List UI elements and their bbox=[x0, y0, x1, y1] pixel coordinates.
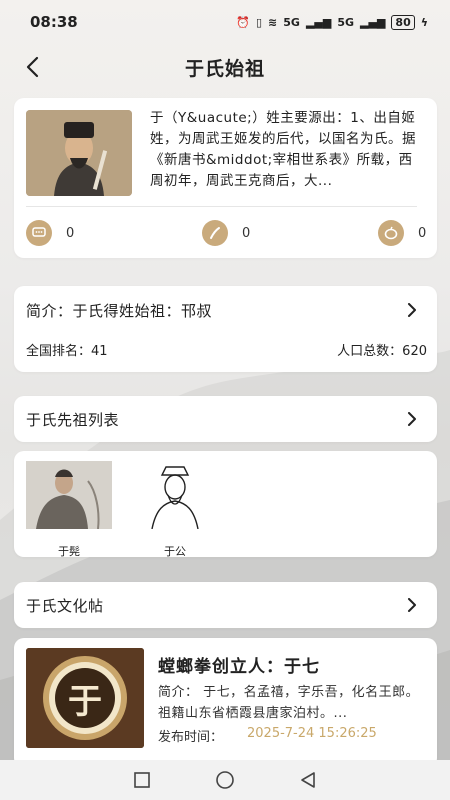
back-arrow-icon[interactable] bbox=[20, 54, 46, 80]
ancestor-portrait bbox=[26, 110, 132, 196]
ancestor-list: 于髡 于公 bbox=[14, 451, 437, 559]
culture-posts-header[interactable]: 于氏文化帖 bbox=[14, 582, 437, 628]
summary-card[interactable]: 简介：于氏得姓始祖：邗叔 全国排名：41 人口总数：620 bbox=[14, 286, 437, 372]
status-icons: ⏰ ▯ ≋ 5G ▂▄▆ 5G ▂▄▆ 80 ϟ bbox=[236, 14, 428, 30]
brush-icon bbox=[202, 220, 228, 246]
home-button[interactable] bbox=[213, 768, 237, 792]
ancestor-name: 于公 bbox=[164, 545, 186, 558]
national-rank: 全国排名：41 bbox=[26, 344, 108, 359]
nav-bar: 于氏始祖 bbox=[0, 44, 450, 90]
culture-post-card[interactable]: 于 螳螂拳创立人：于七 简介： 于七，名孟禧，字乐吾，化名王郎。祖籍山东省栖霞县… bbox=[14, 638, 437, 768]
square-icon bbox=[133, 772, 150, 788]
circle-icon bbox=[216, 771, 234, 789]
post-summary: 简介： 于七，名孟禧，字乐吾，化名王郎。祖籍山东省栖霞县唐家泊村。... bbox=[158, 685, 420, 721]
ancestor-list-title: 于氏先祖列表 bbox=[26, 411, 120, 429]
page-title: 于氏始祖 bbox=[184, 57, 265, 80]
recent-apps-button[interactable] bbox=[130, 768, 154, 792]
comment-count: 0 bbox=[66, 225, 75, 241]
chevron-right-icon[interactable] bbox=[405, 598, 419, 612]
alarm-icon: ⏰ bbox=[236, 15, 250, 29]
battery-indicator: 80 bbox=[391, 14, 415, 30]
signal-icon-1: ▂▄▆ bbox=[305, 15, 332, 29]
culture-posts-title: 于氏文化帖 bbox=[26, 597, 104, 615]
post-thumbnail: 于 bbox=[26, 648, 144, 748]
ancestor-image bbox=[26, 461, 112, 530]
ancestor-item[interactable]: 于髡 bbox=[26, 461, 112, 559]
signal-icon-2: ▂▄▆ bbox=[360, 15, 386, 29]
population: 人口总数：620 bbox=[337, 344, 427, 359]
wifi-icon: ≋ bbox=[268, 15, 278, 29]
ancestor-item[interactable]: 于公 bbox=[132, 461, 218, 559]
like-stat[interactable]: 0 bbox=[202, 220, 250, 246]
like-count: 0 bbox=[242, 225, 251, 241]
system-nav-bar bbox=[0, 760, 450, 800]
chevron-right-icon[interactable] bbox=[405, 303, 419, 317]
comment-icon bbox=[26, 220, 52, 246]
status-bar: 08:38 ⏰ ▯ ≋ 5G ▂▄▆ 5G ▂▄▆ 80 ϟ bbox=[0, 0, 450, 44]
ancestor-name: 于髡 bbox=[58, 545, 80, 558]
summary-title: 简介：于氏得姓始祖：邗叔 bbox=[26, 302, 213, 320]
charging-icon: ϟ bbox=[420, 15, 428, 29]
ancestor-image bbox=[132, 461, 218, 530]
network-label-1: 5G bbox=[283, 15, 300, 29]
triangle-back-icon bbox=[301, 772, 316, 788]
comment-stat[interactable]: 0 bbox=[26, 220, 74, 246]
chevron-right-icon[interactable] bbox=[405, 412, 419, 426]
peach-icon bbox=[378, 220, 404, 246]
view-stat[interactable]: 0 bbox=[378, 220, 426, 246]
intro-text: 于（Y&uacute;）姓主要源出：1、出自姬姓，为周武王姬发的后代，以国名为氏… bbox=[150, 110, 416, 189]
post-title: 螳螂拳创立人：于七 bbox=[158, 657, 320, 677]
view-count: 0 bbox=[418, 225, 427, 241]
divider bbox=[26, 206, 417, 207]
network-label-2: 5G bbox=[337, 15, 355, 29]
vibrate-icon: ▯ bbox=[255, 15, 263, 29]
back-button[interactable] bbox=[296, 768, 320, 792]
ancestor-list-header[interactable]: 于氏先祖列表 bbox=[14, 396, 437, 442]
post-date-label: 发布时间： bbox=[158, 730, 224, 745]
status-time: 08:38 bbox=[30, 13, 78, 31]
post-date: 2025-7-24 15:26:25 bbox=[247, 726, 377, 741]
intro-card[interactable]: 于（Y&uacute;）姓主要源出：1、出自姬姓，为周武王姬发的后代，以国名为氏… bbox=[14, 98, 437, 258]
post-thumb-char: 于 bbox=[68, 681, 102, 722]
